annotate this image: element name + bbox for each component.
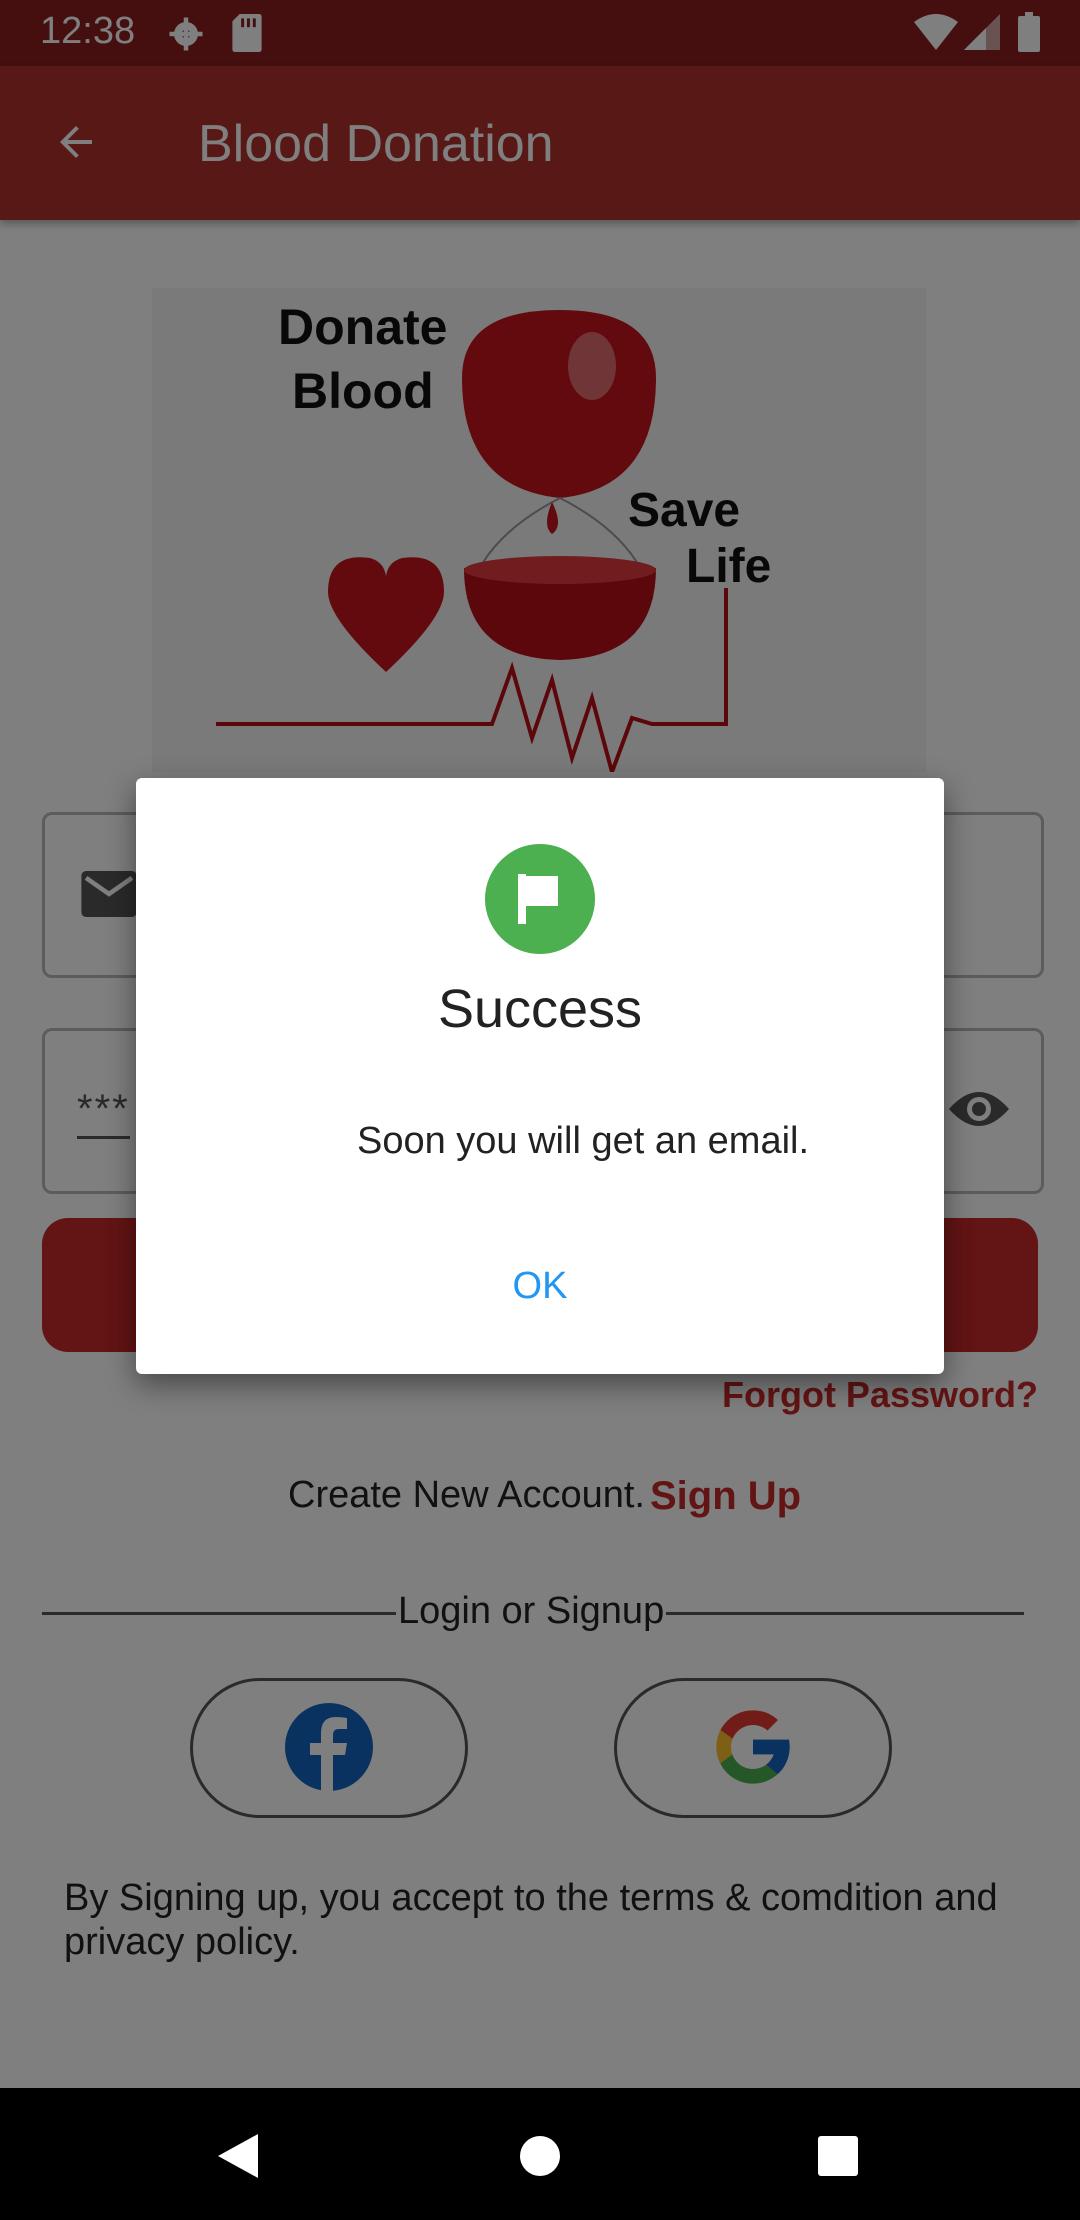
home-circle-icon[interactable] xyxy=(520,2136,560,2176)
ok-button[interactable]: OK xyxy=(460,1246,620,1326)
flag-icon-badge xyxy=(485,844,595,954)
dialog-message: Soon you will get an email. xyxy=(356,1120,810,1162)
recents-square-icon[interactable] xyxy=(818,2136,858,2176)
back-triangle-icon[interactable] xyxy=(218,2134,258,2178)
dialog-title: Success xyxy=(437,979,643,1039)
success-dialog: Success Soon you will get an email. OK xyxy=(136,778,944,1374)
flag-icon xyxy=(518,874,558,924)
navigation-bar xyxy=(0,2088,1080,2220)
